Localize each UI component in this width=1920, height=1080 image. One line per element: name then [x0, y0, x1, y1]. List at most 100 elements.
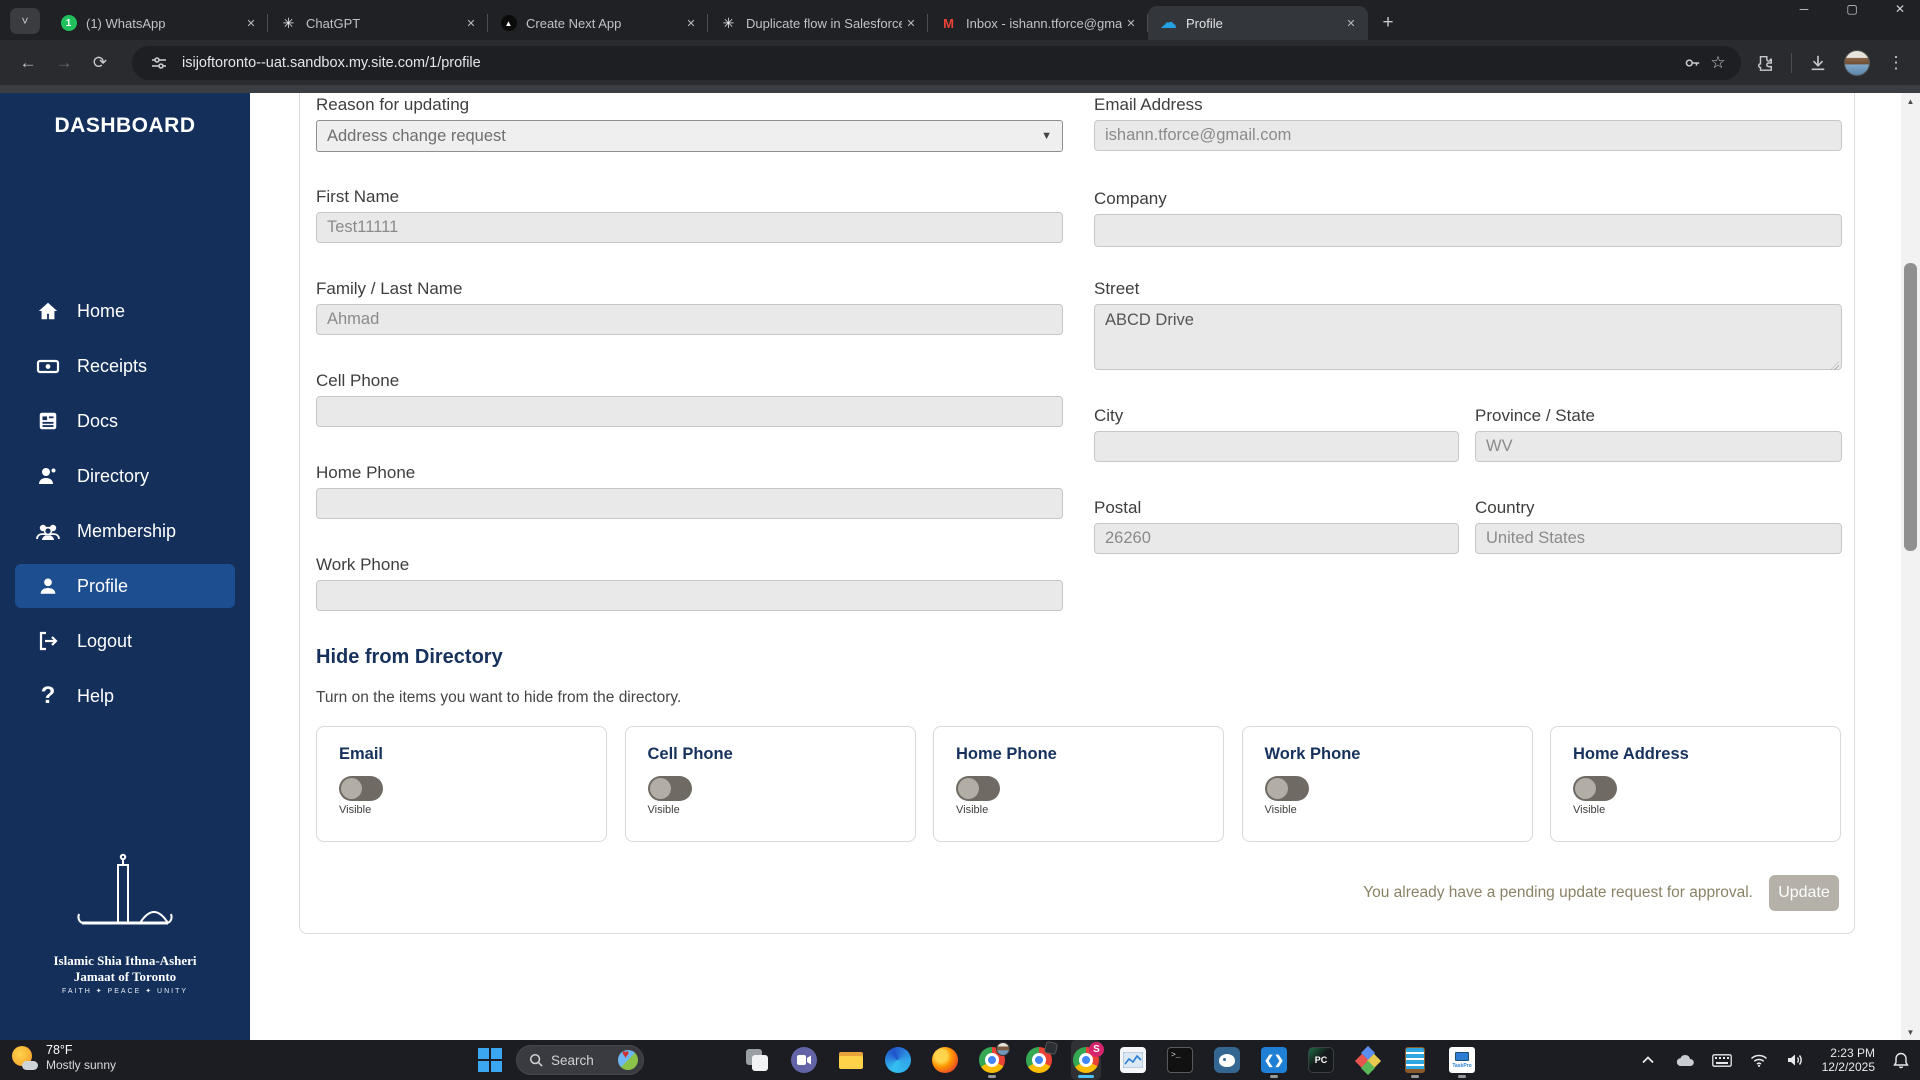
terminal-button[interactable]: >_ [1165, 1040, 1195, 1080]
teams-chat-button[interactable] [789, 1040, 819, 1080]
tab-profile-active[interactable]: ☁ Profile ✕ [1148, 6, 1368, 40]
person-card-icon [35, 463, 61, 489]
close-icon[interactable]: ✕ [1342, 14, 1360, 32]
toggle-knob [649, 778, 671, 799]
password-key-icon[interactable] [1679, 50, 1705, 76]
close-icon[interactable]: ✕ [242, 14, 260, 32]
first-name-input[interactable] [316, 212, 1063, 243]
street-textarea[interactable]: ABCD Drive [1094, 304, 1842, 370]
work-phone-input[interactable] [316, 580, 1063, 611]
touch-keyboard-icon[interactable] [1711, 1049, 1733, 1071]
chrome-profile2-button[interactable] [1024, 1040, 1059, 1080]
edge-button[interactable] [883, 1040, 913, 1080]
chevron-down-icon: ˅ [21, 14, 29, 28]
scrollbar-thumb[interactable] [1904, 263, 1917, 551]
bookmark-star-icon[interactable]: ☆ [1705, 50, 1731, 76]
email-visibility-toggle[interactable] [339, 776, 383, 801]
taskbar-apps: S >_ ❮❯ PC TaskPro [742, 1040, 1477, 1080]
home-phone-visibility-toggle[interactable] [956, 776, 1000, 801]
notepad-button[interactable] [1400, 1040, 1430, 1080]
sidebar-item-docs[interactable]: Docs [15, 399, 235, 443]
sidebar-title: DASHBOARD [54, 114, 196, 137]
reload-icon[interactable]: ⟳ [86, 49, 114, 77]
pycharm-button[interactable]: PC [1306, 1040, 1336, 1080]
last-name-input[interactable] [316, 304, 1063, 335]
close-icon[interactable]: ✕ [462, 14, 480, 32]
system-monitor-button[interactable] [1118, 1040, 1148, 1080]
sidebar-item-help[interactable]: ? Help [15, 674, 235, 718]
file-explorer-button[interactable] [836, 1040, 866, 1080]
task-view-button[interactable] [742, 1040, 772, 1080]
chrome-profile1-button[interactable] [977, 1040, 1010, 1080]
notification-bell-icon[interactable] [1890, 1049, 1912, 1071]
site-info-icon[interactable] [146, 50, 172, 76]
toggle-state-label: Visible [647, 804, 680, 816]
close-window-icon[interactable]: ✕ [1890, 2, 1910, 16]
profile-form-card: Reason for updating Address change reque… [299, 93, 1855, 934]
extensions-puzzle-icon[interactable] [1751, 49, 1779, 77]
minaret-logo-icon [77, 853, 173, 925]
close-icon[interactable]: ✕ [682, 14, 700, 32]
clock-time: 2:23 PM [1830, 1046, 1875, 1060]
scroll-up-icon[interactable]: ▲ [1901, 93, 1920, 109]
tab-duplicate-flow[interactable]: ✳ Duplicate flow in Salesforce ✕ [708, 6, 928, 40]
sidebar-item-profile[interactable]: Profile [15, 564, 235, 608]
vscode-button[interactable]: ❮❯ [1259, 1040, 1289, 1080]
tab-chatgpt[interactable]: ✳ ChatGPT ✕ [268, 6, 488, 40]
first-name-label: First Name [316, 187, 400, 206]
home-address-visibility-toggle[interactable] [1573, 776, 1617, 801]
taskbar-search[interactable]: Search [516, 1045, 644, 1075]
sidebar-item-logout[interactable]: Logout [15, 619, 235, 663]
clock-widget[interactable]: 2:23 PM 12/2/2025 [1822, 1046, 1875, 1074]
minimize-icon[interactable]: ─ [1794, 2, 1814, 16]
postgresql-button[interactable] [1212, 1040, 1242, 1080]
city-input[interactable] [1094, 431, 1459, 462]
toggle-knob [341, 778, 362, 799]
province-input[interactable] [1475, 431, 1842, 462]
chrome-active-button[interactable]: S [1071, 1040, 1104, 1080]
company-input[interactable] [1094, 214, 1842, 247]
home-phone-input[interactable] [316, 488, 1063, 519]
country-input[interactable] [1475, 523, 1842, 554]
reason-select[interactable]: Address change request ▼ [316, 120, 1063, 152]
start-button[interactable] [478, 1048, 502, 1072]
scroll-down-icon[interactable]: ▼ [1901, 1024, 1920, 1040]
cell-phone-visibility-toggle[interactable] [647, 776, 692, 801]
firefox-button[interactable] [930, 1040, 960, 1080]
work-phone-visibility-toggle[interactable] [1264, 776, 1309, 801]
sidebar-item-membership[interactable]: Membership [15, 509, 235, 553]
profile-avatar[interactable] [1844, 49, 1870, 76]
tab-search-button[interactable]: ˅ [10, 8, 40, 34]
modeling-tool-button[interactable] [1353, 1040, 1383, 1080]
wifi-icon[interactable] [1748, 1049, 1770, 1071]
address-bar[interactable]: isijoftoronto--uat.sandbox.my.site.com/1… [132, 45, 1741, 80]
tray-chevron-up-icon[interactable] [1637, 1049, 1659, 1071]
cell-phone-input[interactable] [316, 396, 1063, 427]
forward-icon[interactable]: → [50, 49, 78, 77]
back-icon[interactable]: ← [14, 49, 42, 77]
postgresql-elephant-icon [1214, 1047, 1240, 1073]
update-button[interactable]: Update [1769, 875, 1839, 911]
onedrive-cloud-icon[interactable] [1674, 1049, 1696, 1071]
maximize-icon[interactable]: ▢ [1842, 2, 1862, 16]
close-icon[interactable]: ✕ [1122, 14, 1140, 32]
postal-input[interactable] [1094, 523, 1459, 554]
tab-whatsapp[interactable]: 1 (1) WhatsApp ✕ [48, 6, 268, 40]
sidebar-item-receipts[interactable]: Receipts [15, 344, 235, 388]
weather-widget[interactable]: 78°F Mostly sunny [10, 1043, 116, 1072]
email-input[interactable] [1094, 120, 1842, 151]
menu-dots-icon[interactable]: ⋮ [1882, 49, 1910, 77]
sidebar-item-home[interactable]: Home [15, 289, 235, 333]
logout-icon [35, 628, 61, 654]
screen: ˅ 1 (1) WhatsApp ✕ ✳ ChatGPT ✕ ▲ Create … [0, 0, 1920, 1080]
tab-gmail-inbox[interactable]: M Inbox - ishann.tforce@gmail.co ✕ [928, 6, 1148, 40]
sidebar-item-directory[interactable]: Directory [15, 454, 235, 498]
tab-create-next-app[interactable]: ▲ Create Next App ✕ [488, 6, 708, 40]
taskpro-button[interactable]: TaskPro [1447, 1040, 1477, 1080]
close-icon[interactable]: ✕ [902, 14, 920, 32]
downloads-icon[interactable] [1804, 49, 1832, 77]
toolbar-icons: ⋮ [1751, 49, 1910, 77]
new-tab-button[interactable]: + [1374, 9, 1402, 37]
volume-icon[interactable] [1785, 1049, 1807, 1071]
hide-directory-cards: Email Visible Cell Phone Visible Home Ph… [316, 726, 1841, 842]
